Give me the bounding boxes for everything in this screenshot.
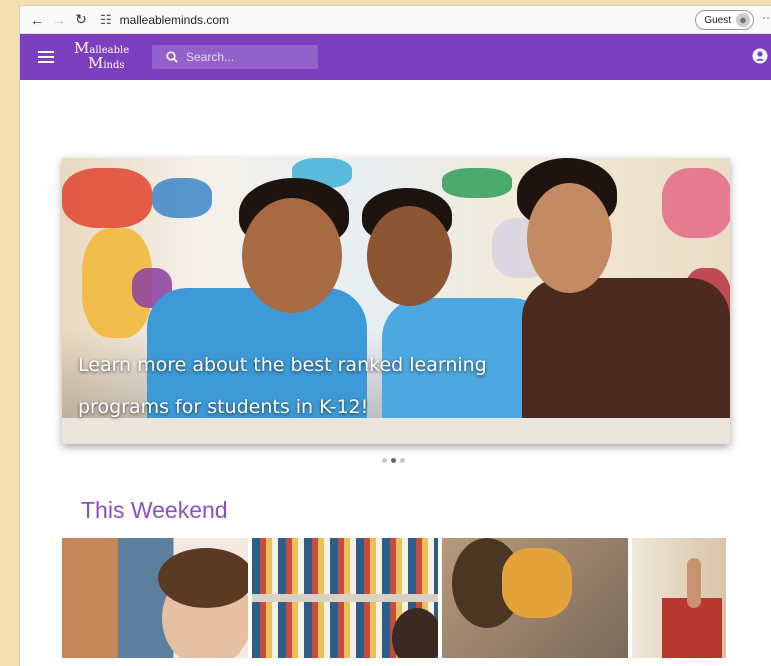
hamburger-menu-icon[interactable] [38,48,54,66]
carousel-indicators [382,458,405,463]
site-logo[interactable]: Malleable Minds [74,41,134,72]
carousel-dot-active[interactable] [391,458,396,463]
more-options-icon[interactable]: ··· [762,10,771,24]
site-header: Malleable Minds Search... [20,34,771,80]
profile-avatar-icon: ☻ [736,13,750,27]
search-icon [166,51,178,63]
account-circle-icon[interactable] [752,48,768,64]
refresh-icon[interactable]: ↻ [70,9,92,31]
hero-caption: Learn more about the best ranked learnin… [78,354,487,418]
back-arrow-icon[interactable]: ← [26,9,48,31]
weekend-card-2[interactable] [252,538,438,658]
weekend-cards [62,538,730,658]
carousel-dot[interactable] [400,458,405,463]
browser-toolbar: ← → ↻ ☷ malleableminds.com Guest ☻ ··· [20,6,771,34]
address-bar[interactable]: ☷ malleableminds.com [100,12,229,28]
url-text: malleableminds.com [119,12,230,27]
hero-carousel[interactable]: Learn more about the best ranked learnin… [62,158,730,444]
globe-icon: ☷ [100,11,112,27]
profile-label: Guest [704,14,731,26]
browser-window: ← → ↻ ☷ malleableminds.com Guest ☻ ··· M… [20,6,771,666]
weekend-card-3[interactable] [442,538,628,658]
weekend-card-1[interactable] [62,538,248,658]
forward-arrow-icon[interactable]: → [48,9,70,31]
search-input[interactable]: Search... [152,45,318,69]
carousel-dot[interactable] [382,458,387,463]
weekend-card-4[interactable] [632,538,726,658]
section-title: This Weekend [81,497,228,523]
profile-button[interactable]: Guest ☻ [695,10,754,30]
search-placeholder: Search... [186,50,235,64]
